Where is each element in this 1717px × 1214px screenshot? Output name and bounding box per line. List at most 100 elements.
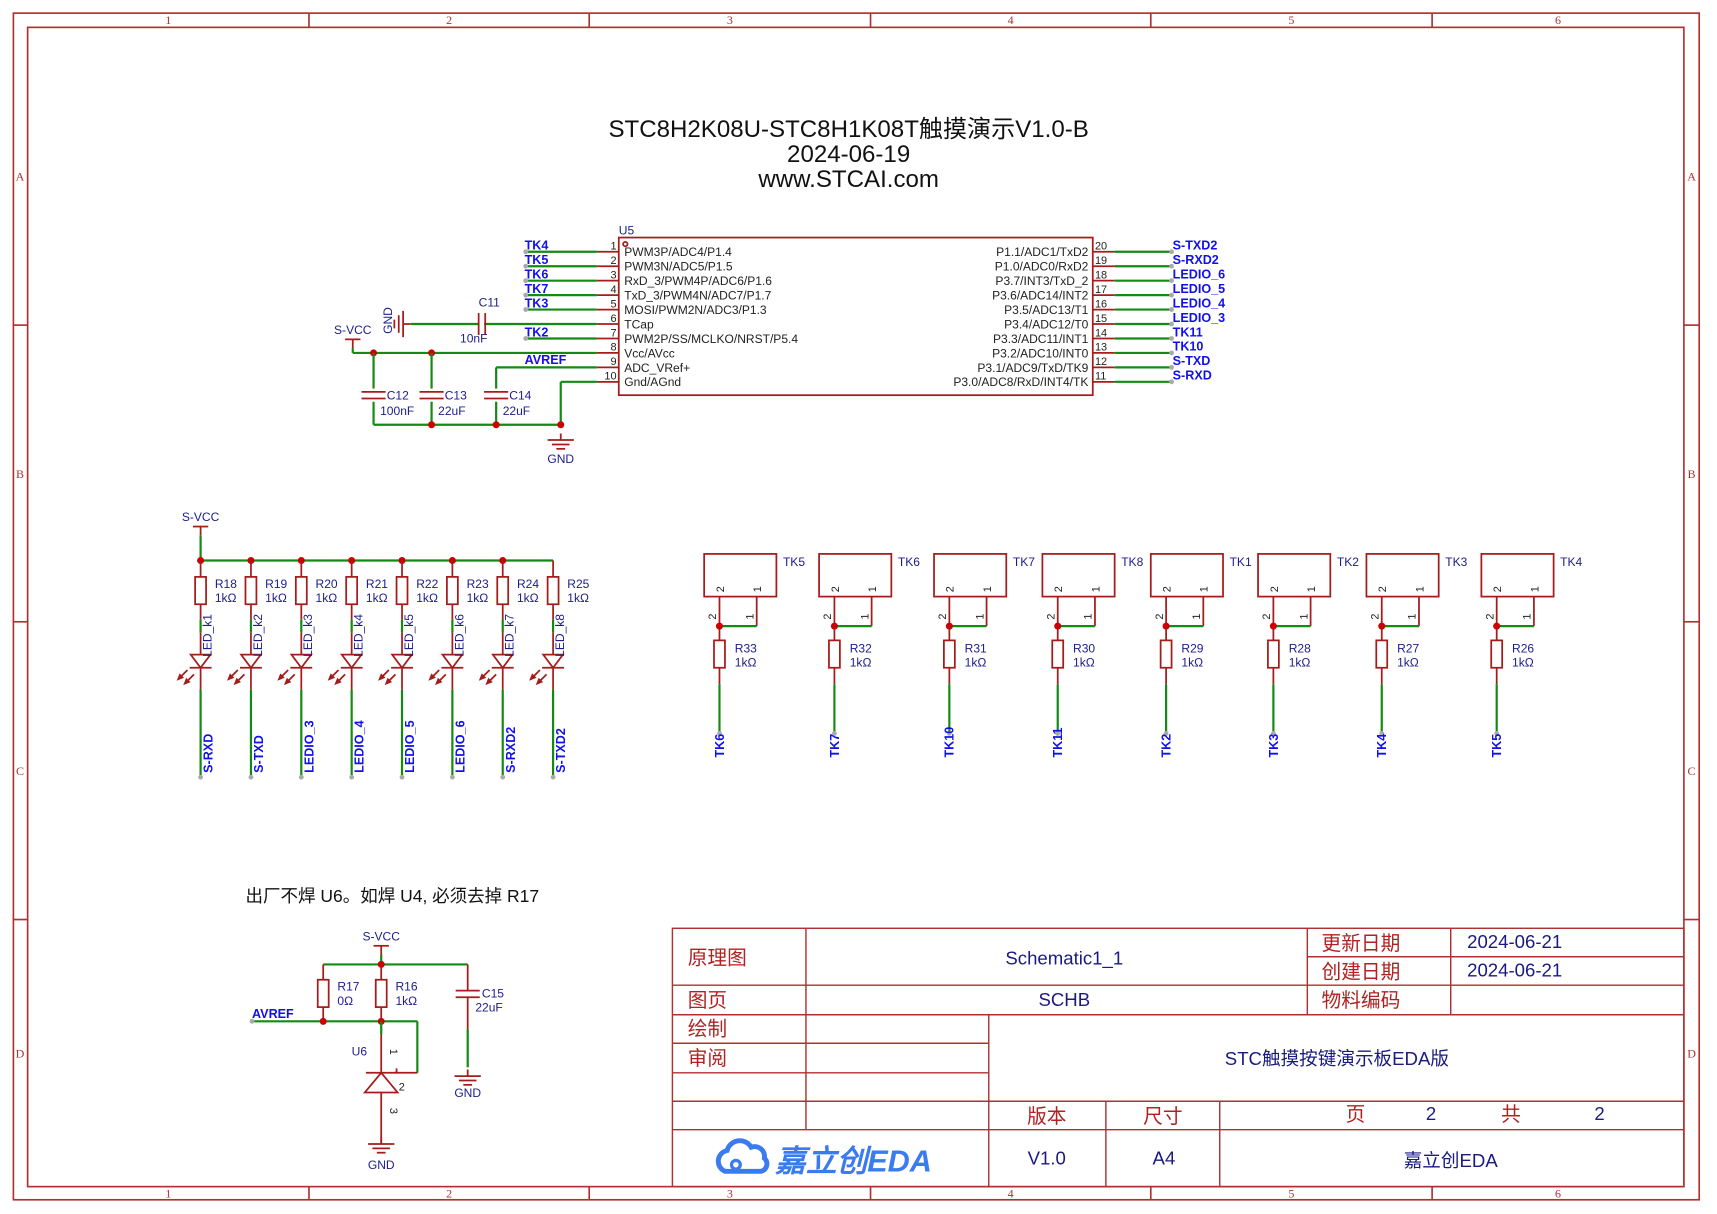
power-label: S-VCC [182,510,220,524]
resistor-r16 [374,978,388,1008]
resistor-ref: R30 [1073,641,1095,655]
cap-value: 100nF [380,404,414,418]
resistor-body [1375,639,1389,669]
resistor-body [446,576,459,606]
resistor-body [713,639,726,669]
pin-number: 9 [610,356,616,368]
pad-ref: TK2 [1337,555,1359,569]
net-endpoint [198,774,204,780]
pin-name: RxD_3/PWM4P/ADC6/P1.6 [624,274,772,288]
net-label: TK6 [525,267,549,281]
label-drawn: 绘制 [688,1019,727,1041]
net-label-led-k: LED_k2 [251,614,265,657]
resistor-value: 1kΩ [316,591,338,605]
pad-pin-number: 2 [1053,586,1065,592]
pin-number: 11 [1095,371,1106,383]
label-total: 共 [1501,1104,1521,1126]
resistor-value: 0Ω [337,994,353,1008]
pad-pin-number: 2 [1492,586,1504,592]
column-label: 3 [727,1187,733,1201]
resistor-ref: R29 [1181,641,1203,655]
resistor-ref: R28 [1289,641,1311,655]
ground-symbol-c11 [393,310,411,338]
resistor-ref: R26 [1512,641,1534,655]
row-label: C [1688,764,1696,778]
pin-name: Vcc/AVcc [624,346,675,360]
resistor-body [496,576,510,606]
label-page: 图页 [688,990,727,1012]
pad-pin-number: 1 [1191,613,1203,619]
pin-number: 8 [610,342,616,354]
net-label: LEDIO_3 [1173,311,1225,325]
pin-number: 6 [610,313,616,325]
ground-symbol-u5 [547,433,574,450]
resistor-body [943,639,956,669]
pad-ref: TK7 [1013,555,1035,569]
schematic-sheet: 112233445566A AB BC CD DSTC8H2K08U-STC8H1K08… [12,12,1701,1201]
net-label-avref: AVREF [525,353,567,367]
junction-dot [557,421,565,429]
resistor-r31 [943,639,956,669]
resistor-body [294,576,308,606]
net-label: LEDIO_6 [1173,267,1225,281]
pad-pin-number: 2 [1154,613,1166,619]
net-label: S-RXD [1173,369,1212,383]
resistor-r33 [713,639,726,669]
row-label: B [1688,467,1696,481]
net-label: TK2 [525,325,549,339]
net-endpoint [399,774,405,780]
net-label: TK2 [1159,734,1173,758]
column-label: 6 [1555,1187,1561,1201]
pad-pin-number: 1 [1298,613,1310,619]
pad-pin-number: 2 [1484,613,1496,619]
pad-pin-number: 1 [982,586,994,592]
pin-name: TxD_3/PWM4N/ADC7/P1.7 [624,289,771,303]
net-label: LEDIO_5 [1173,282,1225,296]
pad-pin-number: 1 [1414,586,1426,592]
pin-name: PWM2P/SS/MCLKO/NRST/P5.4 [624,332,798,346]
resistor-ref: R32 [850,641,872,655]
junction-dot [1269,622,1277,630]
resistor-r22 [395,576,409,606]
resistor-ref: R17 [337,980,359,994]
pad-ref: TK5 [783,555,805,569]
pad-pin-number: 2 [1269,586,1281,592]
cap-ref: C13 [445,389,467,403]
resistor-ref: R23 [467,577,489,591]
net-label-led-k: LED_k1 [201,614,215,657]
pin-name: PWM3N/ADC5/P1.5 [624,260,733,274]
resistor-body [395,576,409,606]
net-label: S-TXD2 [1173,239,1218,253]
net-label: TK5 [1490,734,1504,758]
row-label: A [16,170,25,184]
net-endpoint [349,774,355,780]
column-label: 2 [446,13,452,27]
column-label: 1 [165,1187,171,1201]
junction-dot [830,622,838,630]
net-label: S-RXD2 [1173,253,1219,267]
resistor-body [345,576,359,606]
cap-ref: C15 [482,986,504,1000]
net-label: TK7 [828,734,842,758]
logo-dot [729,1158,742,1171]
pin-name: P3.1/ADC9/TxD/TK9 [977,361,1088,375]
resistor-r27 [1375,639,1389,669]
junction-dot [715,622,723,630]
resistor-ref: R16 [395,980,417,994]
pin-number: 1 [387,1049,399,1055]
board-title: STC触摸按键演示板EDA版 [1225,1048,1449,1069]
chip-u5: U51 PWM3P/ADC4/P1.4 2 PWM3N/ADC5/P1.5 3 RxD_3… [596,223,1115,397]
jlc-eda-logo: 嘉立创EDA [715,1138,932,1178]
column-label: 6 [1555,13,1561,27]
updated-date: 2024-06-21 [1467,931,1562,952]
row-label: B [16,467,24,481]
row-label: D [1687,1046,1696,1060]
sheet-number: 2 [1426,1103,1436,1124]
pad-pin-number: 1 [1522,613,1534,619]
row-label: A [1687,170,1696,184]
resistor-value: 1kΩ [1181,656,1203,670]
resistor-ref: R31 [965,641,987,655]
pad-pin-number: 1 [744,613,756,619]
pad-pin-number: 1 [974,613,986,619]
pad-pin-number: 1 [1083,613,1095,619]
